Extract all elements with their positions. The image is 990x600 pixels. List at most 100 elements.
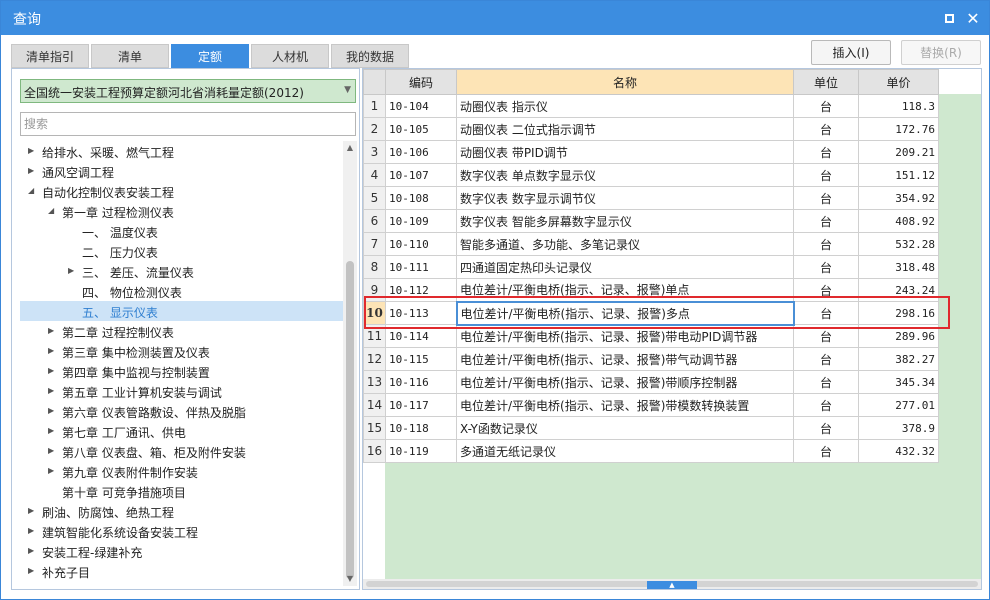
scroll-down-icon[interactable]: ▼ [343, 572, 357, 586]
code-cell[interactable]: 10-112 [385, 278, 457, 302]
row-number-cell[interactable]: 15 [363, 416, 386, 440]
code-cell[interactable]: 10-110 [385, 232, 457, 256]
unit-cell[interactable]: 台 [793, 393, 859, 417]
name-cell[interactable]: 数字仪表 数字显示调节仪 [456, 186, 794, 210]
triangle-down-icon[interactable]: ◢ [28, 185, 38, 197]
header-price[interactable]: 单价 [858, 69, 939, 95]
unit-cell[interactable]: 台 [793, 209, 859, 233]
name-cell[interactable]: 动圈仪表 带PID调节 [456, 140, 794, 164]
code-cell[interactable]: 10-117 [385, 393, 457, 417]
code-cell[interactable]: 10-104 [385, 94, 457, 118]
tab-my-data[interactable]: 我的数据 [331, 44, 409, 68]
triangle-right-icon[interactable]: ▶ [48, 465, 58, 477]
unit-cell[interactable]: 台 [793, 370, 859, 394]
unit-cell[interactable]: 台 [793, 117, 859, 141]
price-cell[interactable]: 382.27 [858, 347, 939, 371]
unit-cell[interactable]: 台 [793, 347, 859, 371]
table-row[interactable]: 16 10-119 多通道无纸记录仪台 432.32 [363, 439, 939, 463]
triangle-down-icon[interactable]: ◢ [48, 205, 58, 217]
unit-cell[interactable]: 台 [793, 255, 859, 279]
row-number-cell[interactable]: 11 [363, 324, 386, 348]
name-cell[interactable]: 电位差计/平衡电桥(指示、记录、报警)带模数转换装置 [456, 393, 794, 417]
row-number-cell[interactable]: 5 [363, 186, 386, 210]
unit-cell[interactable]: 台 [793, 163, 859, 187]
triangle-right-icon[interactable]: ▶ [28, 525, 38, 537]
row-number-cell[interactable]: 7 [363, 232, 386, 256]
tree-node[interactable]: ▶ 建筑智能化系统设备安装工程 [20, 521, 343, 541]
row-number-cell[interactable]: 16 [363, 439, 386, 463]
table-row[interactable]: 12 10-115 电位差计/平衡电桥(指示、记录、报警)带气动调节器台 382.27 [363, 347, 939, 371]
table-row[interactable]: 11 10-114 电位差计/平衡电桥(指示、记录、报警)带电动PID调节器台 289… [363, 324, 939, 348]
tree-node[interactable]: ▶ 三、 差压、流量仪表 [20, 261, 343, 281]
tab-bill-guide[interactable]: 清单指引 [11, 44, 89, 68]
row-number-cell[interactable]: 3 [363, 140, 386, 164]
scroll-up-icon[interactable]: ▲ [343, 141, 357, 155]
tree-node[interactable]: ▶ 安装工程-绿建补充 [20, 541, 343, 561]
tree-node[interactable]: ▶ 补充子目 [20, 561, 343, 581]
tab-labor-material-machine[interactable]: 人材机 [251, 44, 329, 68]
tree-node[interactable]: ▶ 通风空调工程 [20, 161, 343, 181]
tree-node[interactable]: ▶ 第七章 工厂通讯、供电 [20, 421, 343, 441]
tree-node[interactable]: ◢ 自动化控制仪表安装工程 [20, 181, 343, 201]
unit-cell[interactable]: 台 [793, 232, 859, 256]
tree-node[interactable]: 二、 压力仪表 [20, 241, 343, 261]
table-row[interactable]: 2 10-105 动圈仪表 二位式指示调节台 172.76 [363, 117, 939, 141]
price-cell[interactable]: 151.12 [858, 163, 939, 187]
name-cell[interactable]: 电位差计/平衡电桥(指示、记录、报警)多点 [455, 300, 795, 326]
unit-cell[interactable]: 台 [793, 301, 859, 325]
tree-node[interactable]: ▶ 给排水、采暖、燃气工程 [20, 141, 343, 161]
triangle-right-icon[interactable]: ▶ [48, 365, 58, 377]
tree-scrollbar[interactable]: ▲ ▼ [343, 141, 357, 586]
code-cell[interactable]: 10-111 [385, 255, 457, 279]
unit-cell[interactable]: 台 [793, 324, 859, 348]
triangle-right-icon[interactable]: ▶ [48, 445, 58, 457]
table-row[interactable]: 15 10-118 X-Y函数记录仪台 378.9 [363, 416, 939, 440]
name-cell[interactable]: 电位差计/平衡电桥(指示、记录、报警)单点 [456, 278, 794, 302]
price-cell[interactable]: 378.9 [858, 416, 939, 440]
name-cell[interactable]: 数字仪表 单点数字显示仪 [456, 163, 794, 187]
tree-node[interactable]: ▶ 第三章 集中检测装置及仪表 [20, 341, 343, 361]
triangle-right-icon[interactable]: ▶ [28, 565, 38, 577]
splitter-grip-icon[interactable]: ▲ [647, 581, 697, 589]
triangle-right-icon[interactable]: ▶ [48, 325, 58, 337]
unit-cell[interactable]: 台 [793, 439, 859, 463]
close-icon[interactable]: ✕ [963, 8, 983, 28]
triangle-right-icon[interactable]: ▶ [28, 165, 38, 177]
tree-node[interactable]: ▶ 第八章 仪表盘、箱、柜及附件安装 [20, 441, 343, 461]
code-cell[interactable]: 10-109 [385, 209, 457, 233]
name-cell[interactable]: 电位差计/平衡电桥(指示、记录、报警)带气动调节器 [456, 347, 794, 371]
name-cell[interactable]: 动圈仪表 二位式指示调节 [456, 117, 794, 141]
price-cell[interactable]: 408.92 [858, 209, 939, 233]
price-cell[interactable]: 172.76 [858, 117, 939, 141]
price-cell[interactable]: 345.34 [858, 370, 939, 394]
price-cell[interactable]: 432.32 [858, 439, 939, 463]
header-code[interactable]: 编码 [385, 69, 457, 95]
name-cell[interactable]: 智能多通道、多功能、多笔记录仪 [456, 232, 794, 256]
row-number-cell[interactable]: 6 [363, 209, 386, 233]
maximize-icon[interactable] [939, 8, 959, 28]
table-row[interactable]: 8 10-111 四通道固定热印头记录仪台 318.48 [363, 255, 939, 279]
table-row[interactable]: 5 10-108 数字仪表 数字显示调节仪台 354.92 [363, 186, 939, 210]
table-row[interactable]: 10 10-113 电位差计/平衡电桥(指示、记录、报警)多点台 298.16 [363, 300, 939, 326]
search-input[interactable] [21, 113, 355, 135]
code-cell[interactable]: 10-116 [385, 370, 457, 394]
tree-node[interactable]: 一、 温度仪表 [20, 221, 343, 241]
row-number-cell[interactable]: 14 [363, 393, 386, 417]
quota-library-select[interactable]: 全国统一安装工程预算定额河北省消耗量定额(2012) ▼ [20, 79, 356, 103]
row-number-cell[interactable]: 9 [363, 278, 386, 302]
table-row[interactable]: 3 10-106 动圈仪表 带PID调节台 209.21 [363, 140, 939, 164]
triangle-right-icon[interactable]: ▶ [48, 385, 58, 397]
row-number-cell[interactable]: 4 [363, 163, 386, 187]
unit-cell[interactable]: 台 [793, 278, 859, 302]
unit-cell[interactable]: 台 [793, 140, 859, 164]
code-cell[interactable]: 10-106 [385, 140, 457, 164]
table-row[interactable]: 4 10-107 数字仪表 单点数字显示仪台 151.12 [363, 163, 939, 187]
triangle-right-icon[interactable]: ▶ [28, 545, 38, 557]
table-row[interactable]: 13 10-116 电位差计/平衡电桥(指示、记录、报警)带顺序控制器台 345.34 [363, 370, 939, 394]
table-row[interactable]: 7 10-110 智能多通道、多功能、多笔记录仪台 532.28 [363, 232, 939, 256]
row-number-cell[interactable]: 12 [363, 347, 386, 371]
unit-cell[interactable]: 台 [793, 186, 859, 210]
triangle-right-icon[interactable]: ▶ [68, 265, 78, 277]
name-cell[interactable]: 电位差计/平衡电桥(指示、记录、报警)带顺序控制器 [456, 370, 794, 394]
tree-node[interactable]: ▶ 第二章 过程控制仪表 [20, 321, 343, 341]
